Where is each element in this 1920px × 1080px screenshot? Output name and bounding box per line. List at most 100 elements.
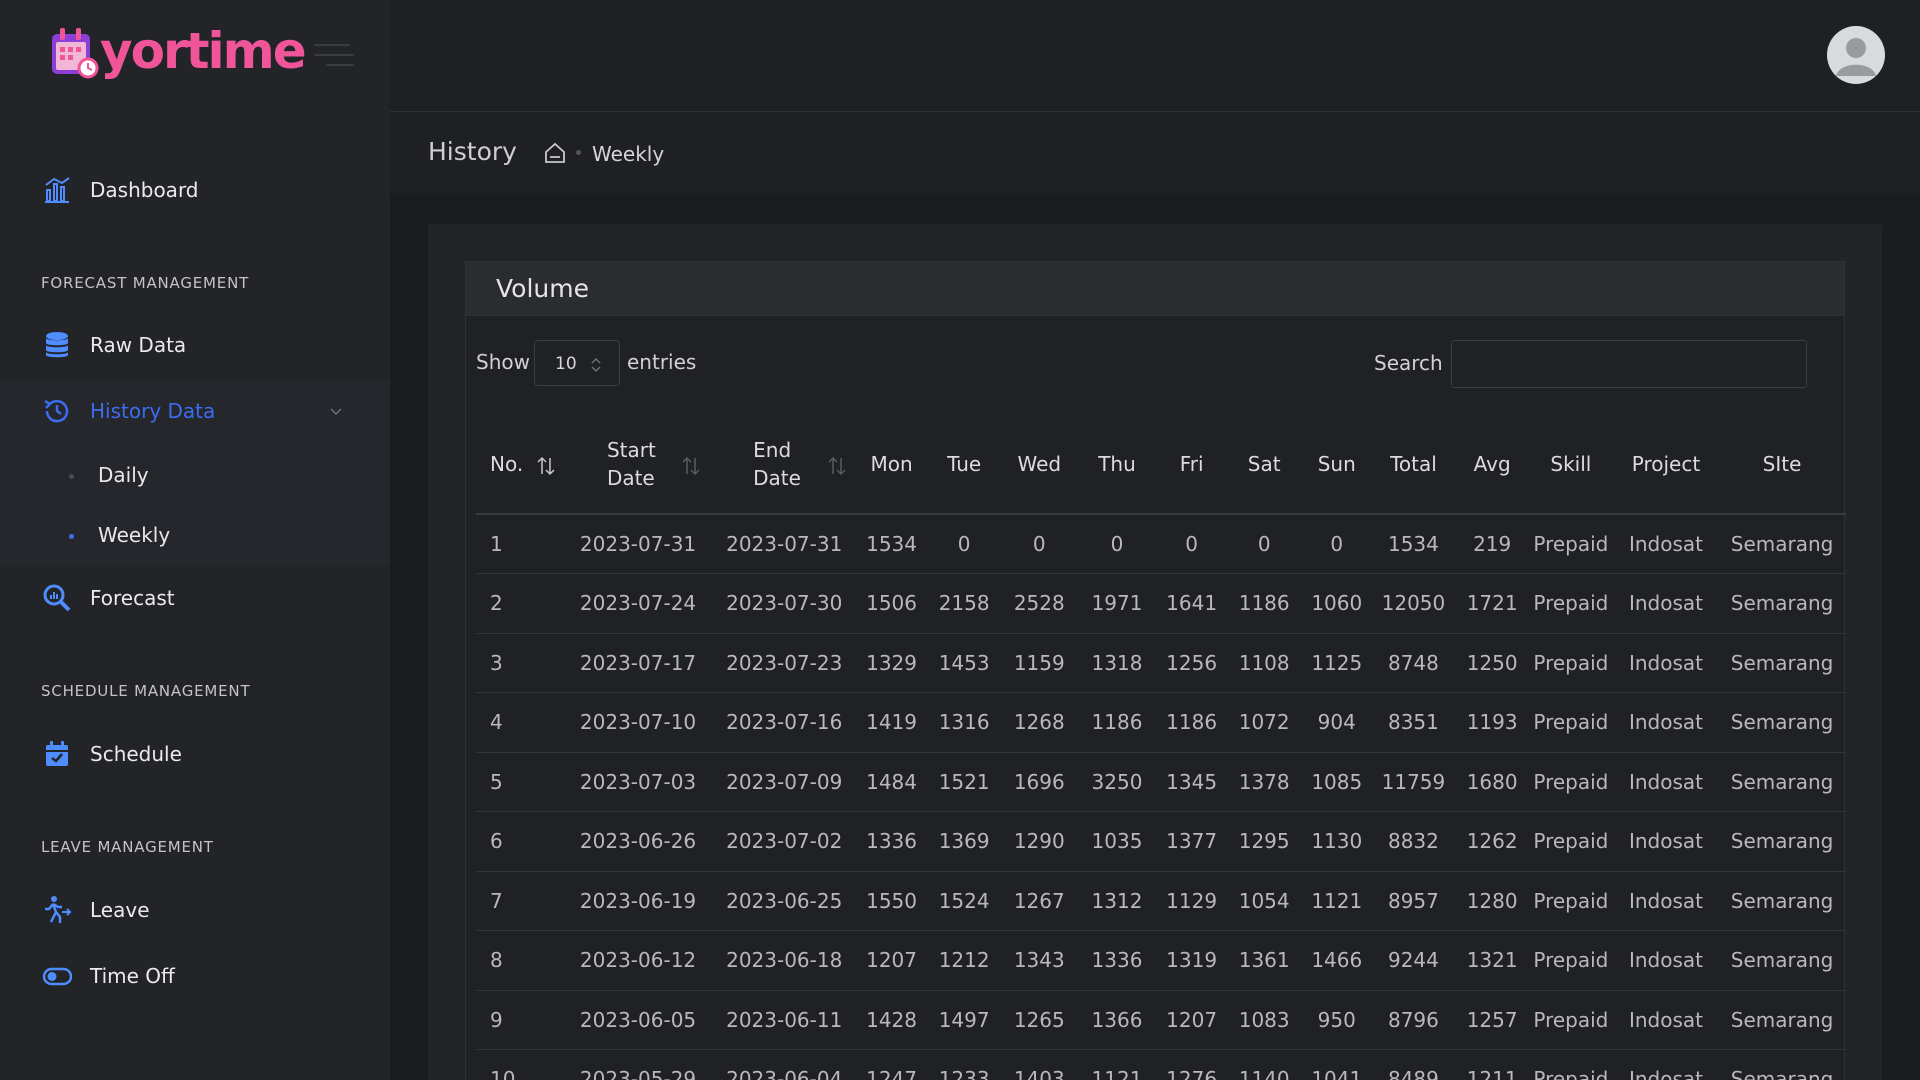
breadcrumb: History Weekly: [390, 113, 1920, 193]
logo-row: yortime: [0, 0, 390, 112]
cell-total: 8796: [1370, 990, 1457, 1050]
table-row: 5 2023-07-03 2023-07-09 1484 1521 1696 3250 134…: [476, 752, 1846, 812]
sidebar-item-forecast[interactable]: Forecast: [0, 566, 390, 630]
cell-wed: 1696: [1002, 752, 1077, 812]
cell-mon: 1534: [857, 514, 926, 574]
sidebar-item-history-data[interactable]: History Data: [0, 380, 390, 442]
cell-mon: 1428: [857, 990, 926, 1050]
menu-toggle-button[interactable]: [314, 40, 354, 72]
cell-wed: 1159: [1002, 633, 1077, 693]
search-chart-icon: [43, 584, 71, 612]
table-row: 3 2023-07-17 2023-07-23 1329 1453 1159 1318 125…: [476, 633, 1846, 693]
cell-project: Indosat: [1613, 752, 1719, 812]
cell-no: 2: [476, 573, 565, 634]
brand-logo[interactable]: yortime: [48, 22, 307, 80]
cell-avg: 1193: [1456, 692, 1528, 753]
cell-site: Semarang: [1718, 514, 1846, 574]
bullet-icon: [69, 534, 74, 539]
cell-sun: 1130: [1303, 811, 1371, 872]
cell-project: Indosat: [1613, 871, 1719, 931]
sidebar-item-raw-data[interactable]: Raw Data: [0, 313, 390, 377]
cell-skill: Prepaid: [1527, 1049, 1614, 1080]
cell-sat: 1361: [1225, 930, 1304, 991]
cell-sat: 1108: [1225, 633, 1304, 693]
cell-wed: 1265: [1002, 990, 1077, 1050]
cell-fri: 1256: [1157, 633, 1226, 693]
sidebar-item-label: History Data: [90, 399, 216, 423]
cell-skill: Prepaid: [1527, 514, 1614, 574]
search-input[interactable]: [1451, 340, 1807, 388]
cell-start-date: 2023-07-17: [564, 633, 712, 693]
cell-start-date: 2023-07-31: [564, 514, 712, 574]
cell-wed: 1290: [1002, 811, 1077, 872]
cell-fri: 1345: [1157, 752, 1226, 812]
breadcrumb-separator: [576, 150, 581, 155]
cell-site: Semarang: [1718, 811, 1846, 872]
cell-project: Indosat: [1613, 811, 1719, 872]
sidebar-subitem-daily[interactable]: Daily: [0, 448, 390, 504]
cell-sat: 1378: [1225, 752, 1304, 812]
entries-per-page-select[interactable]: 10: [534, 340, 620, 386]
cell-total: 8748: [1370, 633, 1457, 693]
section-title-schedule: SCHEDULE MANAGEMENT: [41, 682, 251, 700]
cell-project: Indosat: [1613, 514, 1719, 574]
walking-person-icon: [45, 896, 72, 923]
cell-no: 9: [476, 990, 565, 1050]
cell-thu: 1186: [1076, 692, 1158, 753]
cell-project: Indosat: [1613, 930, 1719, 991]
sidebar-item-leave[interactable]: Leave: [0, 878, 390, 942]
cell-thu: 1312: [1076, 871, 1158, 931]
cell-no: 3: [476, 633, 565, 693]
cell-end-date: 2023-07-23: [711, 633, 858, 693]
volume-table: No. Start Date End Date Mon Tue Wed Thu …: [476, 414, 1846, 1080]
column-header-label: Start: [606, 437, 656, 462]
cell-site: Semarang: [1718, 573, 1846, 634]
cell-tue: 1369: [925, 811, 1003, 872]
sidebar-subitem-weekly[interactable]: Weekly: [0, 508, 390, 564]
user-icon: [1836, 38, 1876, 76]
user-avatar[interactable]: [1827, 26, 1885, 84]
table-row: 10 2023-05-29 2023-06-04 1247 1233 1403 1121 12…: [476, 1049, 1846, 1080]
sidebar-item-schedule[interactable]: Schedule: [0, 722, 390, 786]
cell-wed: 0: [1002, 514, 1077, 574]
cell-skill: Prepaid: [1527, 811, 1614, 872]
column-header-start-date[interactable]: Start Date: [564, 414, 712, 515]
cell-avg: 1211: [1456, 1049, 1528, 1080]
sidebar-item-time-off[interactable]: Time Off: [0, 944, 390, 1008]
search-label: Search: [1374, 351, 1443, 375]
column-header-label: No.: [490, 451, 524, 476]
cell-fri: 1129: [1157, 871, 1226, 931]
cell-end-date: 2023-07-16: [711, 692, 858, 753]
table-row: 6 2023-06-26 2023-07-02 1336 1369 1290 1035 137…: [476, 811, 1846, 872]
cell-site: Semarang: [1718, 990, 1846, 1050]
cell-start-date: 2023-06-12: [564, 930, 712, 991]
cell-project: Indosat: [1613, 1049, 1719, 1080]
home-icon[interactable]: [543, 141, 567, 165]
cell-total: 1534: [1370, 514, 1457, 574]
table-row: 2 2023-07-24 2023-07-30 1506 2158 2528 1971 164…: [476, 573, 1846, 634]
cell-avg: 1250: [1456, 633, 1528, 693]
cell-sun: 1041: [1303, 1049, 1371, 1080]
cell-tue: 1316: [925, 692, 1003, 753]
cell-total: 8957: [1370, 871, 1457, 931]
sidebar-item-dashboard[interactable]: Dashboard: [0, 158, 390, 222]
cell-site: Semarang: [1718, 871, 1846, 931]
cell-end-date: 2023-06-25: [711, 871, 858, 931]
chart-bar-icon: [45, 177, 70, 203]
cell-avg: 1280: [1456, 871, 1528, 931]
breadcrumb-current: Weekly: [592, 142, 665, 166]
column-header-no[interactable]: No.: [476, 414, 565, 515]
cell-wed: 1268: [1002, 692, 1077, 753]
column-header-end-date[interactable]: End Date: [711, 414, 858, 515]
cell-sat: 1083: [1225, 990, 1304, 1050]
cell-sat: 1186: [1225, 573, 1304, 634]
cell-wed: 1267: [1002, 871, 1077, 931]
cell-project: Indosat: [1613, 990, 1719, 1050]
column-header-avg: Avg: [1456, 414, 1528, 515]
column-header-mon: Mon: [857, 414, 926, 515]
table-row: 1 2023-07-31 2023-07-31 1534 0 0 0 0 0 0 1534 219 Pr…: [476, 514, 1846, 574]
cell-fri: 0: [1157, 514, 1226, 574]
cell-tue: 1453: [925, 633, 1003, 693]
cell-mon: 1550: [857, 871, 926, 931]
cell-avg: 1321: [1456, 930, 1528, 991]
